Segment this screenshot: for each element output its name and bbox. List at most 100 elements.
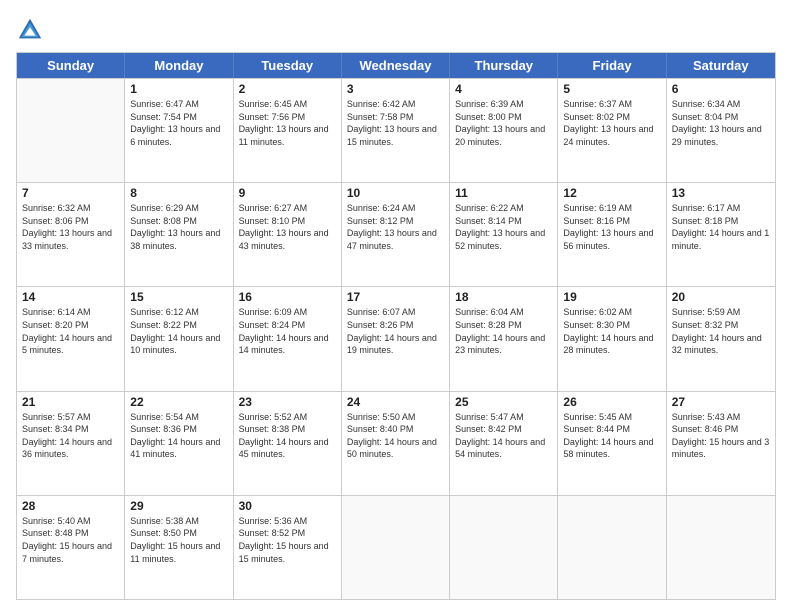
day-number: 5 <box>563 82 660 96</box>
cell-info: Sunrise: 6:27 AMSunset: 8:10 PMDaylight:… <box>239 202 336 252</box>
cal-cell-4: 4Sunrise: 6:39 AMSunset: 8:00 PMDaylight… <box>450 79 558 182</box>
cell-info: Sunrise: 6:37 AMSunset: 8:02 PMDaylight:… <box>563 98 660 148</box>
cal-cell-23: 23 Sunrise: 5:52 AMSunset: 8:38 PMDayligh… <box>234 392 342 495</box>
day-number: 2 <box>239 82 336 96</box>
cell-info: Sunrise: 6:42 AMSunset: 7:58 PMDaylight:… <box>347 98 444 148</box>
cal-cell-9: 9 Sunrise: 6:27 AMSunset: 8:10 PMDaylight… <box>234 183 342 286</box>
logo-icon <box>16 16 44 44</box>
header-day-friday: Friday <box>558 53 666 78</box>
header-day-saturday: Saturday <box>667 53 775 78</box>
cell-info: Sunrise: 5:36 AMSunset: 8:52 PMDaylight:… <box>239 515 336 565</box>
cell-info: Sunrise: 6:45 AMSunset: 7:56 PMDaylight:… <box>239 98 336 148</box>
cal-cell-13: 13Sunrise: 6:17 AMSunset: 8:18 PMDayligh… <box>667 183 775 286</box>
cal-cell-28: 28 Sunrise: 5:40 AMSunset: 8:48 PMDayligh… <box>17 496 125 599</box>
cal-cell-10: 10Sunrise: 6:24 AMSunset: 8:12 PMDayligh… <box>342 183 450 286</box>
cal-cell-20: 20 Sunrise: 5:59 AMSunset: 8:32 PMDayligh… <box>667 287 775 390</box>
cal-cell-15: 15 Sunrise: 6:12 AMSunset: 8:22 PMDayligh… <box>125 287 233 390</box>
day-number: 20 <box>672 290 770 304</box>
cell-info: Sunrise: 5:59 AMSunset: 8:32 PMDaylight:… <box>672 306 770 356</box>
cell-info: Sunrise: 6:12 AMSunset: 8:22 PMDaylight:… <box>130 306 227 356</box>
day-number: 27 <box>672 395 770 409</box>
cal-row-1: 7 Sunrise: 6:32 AMSunset: 8:06 PMDaylight… <box>17 182 775 286</box>
cal-cell-26: 26 Sunrise: 5:45 AMSunset: 8:44 PMDayligh… <box>558 392 666 495</box>
cell-info: Sunrise: 5:47 AMSunset: 8:42 PMDaylight:… <box>455 411 552 461</box>
cell-info: Sunrise: 6:29 AMSunset: 8:08 PMDaylight:… <box>130 202 227 252</box>
page: SundayMondayTuesdayWednesdayThursdayFrid… <box>0 0 792 612</box>
cell-info: Sunrise: 6:19 AMSunset: 8:16 PMDaylight:… <box>563 202 660 252</box>
day-number: 6 <box>672 82 770 96</box>
cal-cell-11: 11 Sunrise: 6:22 AMSunset: 8:14 PMDayligh… <box>450 183 558 286</box>
day-number: 1 <box>130 82 227 96</box>
cell-info: Sunrise: 6:07 AMSunset: 8:26 PMDaylight:… <box>347 306 444 356</box>
day-number: 30 <box>239 499 336 513</box>
cal-cell-18: 18Sunrise: 6:04 AMSunset: 8:28 PMDayligh… <box>450 287 558 390</box>
cell-info: Sunrise: 5:52 AMSunset: 8:38 PMDaylight:… <box>239 411 336 461</box>
cal-cell-30: 30 Sunrise: 5:36 AMSunset: 8:52 PMDayligh… <box>234 496 342 599</box>
cal-cell-29: 29Sunrise: 5:38 AMSunset: 8:50 PMDayligh… <box>125 496 233 599</box>
cell-info: Sunrise: 5:57 AMSunset: 8:34 PMDaylight:… <box>22 411 119 461</box>
day-number: 26 <box>563 395 660 409</box>
cell-info: Sunrise: 6:34 AMSunset: 8:04 PMDaylight:… <box>672 98 770 148</box>
day-number: 17 <box>347 290 444 304</box>
cal-cell-19: 19 Sunrise: 6:02 AMSunset: 8:30 PMDayligh… <box>558 287 666 390</box>
cal-cell-empty <box>450 496 558 599</box>
day-number: 23 <box>239 395 336 409</box>
day-number: 14 <box>22 290 119 304</box>
day-number: 11 <box>455 186 552 200</box>
logo <box>16 16 48 44</box>
day-number: 8 <box>130 186 227 200</box>
day-number: 9 <box>239 186 336 200</box>
day-number: 24 <box>347 395 444 409</box>
cell-info: Sunrise: 5:40 AMSunset: 8:48 PMDaylight:… <box>22 515 119 565</box>
day-number: 18 <box>455 290 552 304</box>
cal-cell-22: 22 Sunrise: 5:54 AMSunset: 8:36 PMDayligh… <box>125 392 233 495</box>
calendar-header: SundayMondayTuesdayWednesdayThursdayFrid… <box>17 53 775 78</box>
cal-row-4: 28 Sunrise: 5:40 AMSunset: 8:48 PMDayligh… <box>17 495 775 599</box>
cal-cell-5: 5 Sunrise: 6:37 AMSunset: 8:02 PMDaylight… <box>558 79 666 182</box>
cell-info: Sunrise: 6:24 AMSunset: 8:12 PMDaylight:… <box>347 202 444 252</box>
day-number: 3 <box>347 82 444 96</box>
cal-cell-12: 12 Sunrise: 6:19 AMSunset: 8:16 PMDayligh… <box>558 183 666 286</box>
header-day-sunday: Sunday <box>17 53 125 78</box>
day-number: 29 <box>130 499 227 513</box>
cal-cell-empty <box>558 496 666 599</box>
cal-cell-24: 24 Sunrise: 5:50 AMSunset: 8:40 PMDayligh… <box>342 392 450 495</box>
cal-cell-7: 7 Sunrise: 6:32 AMSunset: 8:06 PMDaylight… <box>17 183 125 286</box>
cell-info: Sunrise: 6:17 AMSunset: 8:18 PMDaylight:… <box>672 202 770 252</box>
calendar-body: 1 Sunrise: 6:47 AMSunset: 7:54 PMDaylight… <box>17 78 775 599</box>
cal-cell-3: 3 Sunrise: 6:42 AMSunset: 7:58 PMDaylight… <box>342 79 450 182</box>
cal-cell-6: 6 Sunrise: 6:34 AMSunset: 8:04 PMDaylight… <box>667 79 775 182</box>
cal-cell-empty <box>342 496 450 599</box>
day-number: 15 <box>130 290 227 304</box>
day-number: 16 <box>239 290 336 304</box>
cell-info: Sunrise: 5:54 AMSunset: 8:36 PMDaylight:… <box>130 411 227 461</box>
day-number: 22 <box>130 395 227 409</box>
cal-cell-1: 1 Sunrise: 6:47 AMSunset: 7:54 PMDaylight… <box>125 79 233 182</box>
cell-info: Sunrise: 6:22 AMSunset: 8:14 PMDaylight:… <box>455 202 552 252</box>
day-number: 21 <box>22 395 119 409</box>
day-number: 19 <box>563 290 660 304</box>
cell-info: Sunrise: 6:32 AMSunset: 8:06 PMDaylight:… <box>22 202 119 252</box>
calendar: SundayMondayTuesdayWednesdayThursdayFrid… <box>16 52 776 600</box>
header-day-monday: Monday <box>125 53 233 78</box>
cal-cell-14: 14 Sunrise: 6:14 AMSunset: 8:20 PMDayligh… <box>17 287 125 390</box>
cell-info: Sunrise: 5:45 AMSunset: 8:44 PMDaylight:… <box>563 411 660 461</box>
cell-info: Sunrise: 5:50 AMSunset: 8:40 PMDaylight:… <box>347 411 444 461</box>
header-day-tuesday: Tuesday <box>234 53 342 78</box>
cal-cell-8: 8 Sunrise: 6:29 AMSunset: 8:08 PMDaylight… <box>125 183 233 286</box>
cal-cell-17: 17 Sunrise: 6:07 AMSunset: 8:26 PMDayligh… <box>342 287 450 390</box>
header-day-wednesday: Wednesday <box>342 53 450 78</box>
cal-cell-empty <box>667 496 775 599</box>
cal-cell-27: 27 Sunrise: 5:43 AMSunset: 8:46 PMDayligh… <box>667 392 775 495</box>
cell-info: Sunrise: 6:47 AMSunset: 7:54 PMDaylight:… <box>130 98 227 148</box>
day-number: 7 <box>22 186 119 200</box>
day-number: 12 <box>563 186 660 200</box>
cell-info: Sunrise: 6:39 AMSunset: 8:00 PMDaylight:… <box>455 98 552 148</box>
cell-info: Sunrise: 5:43 AMSunset: 8:46 PMDaylight:… <box>672 411 770 461</box>
cal-row-0: 1 Sunrise: 6:47 AMSunset: 7:54 PMDaylight… <box>17 78 775 182</box>
cal-cell-16: 16Sunrise: 6:09 AMSunset: 8:24 PMDayligh… <box>234 287 342 390</box>
day-number: 28 <box>22 499 119 513</box>
cal-cell-2: 2 Sunrise: 6:45 AMSunset: 7:56 PMDaylight… <box>234 79 342 182</box>
cell-info: Sunrise: 6:02 AMSunset: 8:30 PMDaylight:… <box>563 306 660 356</box>
cell-info: Sunrise: 6:14 AMSunset: 8:20 PMDaylight:… <box>22 306 119 356</box>
